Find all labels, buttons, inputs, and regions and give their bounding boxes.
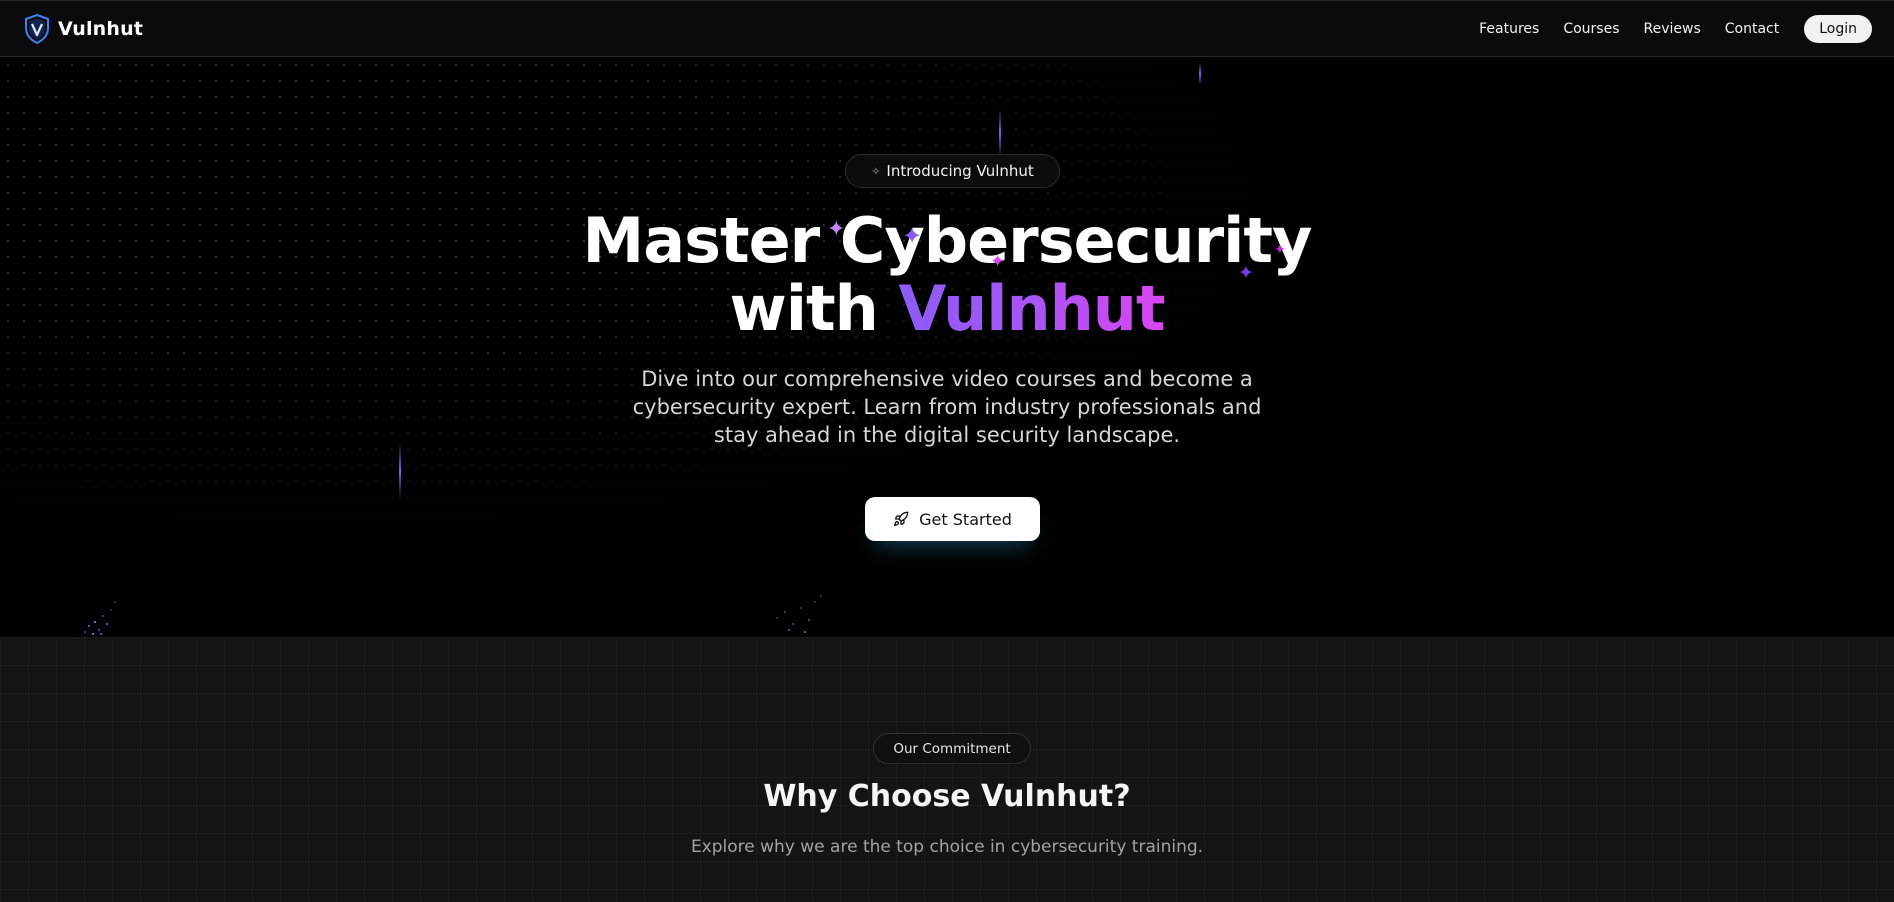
particle: [98, 629, 100, 631]
particle-cluster-left: [78, 595, 118, 637]
nav-links: Features Courses Reviews Contact Login: [1479, 14, 1872, 43]
particle: [788, 629, 790, 631]
particle: [100, 633, 102, 635]
particle: [800, 607, 802, 609]
nav-link-contact[interactable]: Contact: [1725, 21, 1779, 37]
dot-grid-background: [0, 57, 1894, 637]
hero-subtitle: Dive into our comprehensive video course…: [632, 367, 1262, 447]
particle: [808, 619, 810, 621]
particle: [804, 631, 806, 633]
sparkle-icon: ✦: [827, 217, 846, 242]
hero-section: ✧ Introducing Vulnhut Master Cybersecuri…: [0, 57, 1894, 637]
particle: [114, 601, 116, 603]
commitment-section: Our Commitment Why Choose Vulnhut? Explo…: [0, 637, 1894, 902]
hero-title: Master Cybersecurity with Vulnhut: [0, 207, 1894, 343]
sparkles-icon: ✧: [871, 164, 881, 178]
commitment-title: Why Choose Vulnhut?: [763, 779, 1131, 814]
particle: [92, 633, 94, 635]
grid-background: [0, 637, 1894, 902]
nav-link-courses[interactable]: Courses: [1563, 21, 1619, 37]
particle: [84, 631, 86, 633]
sparkle-icon: ✦: [1274, 242, 1286, 258]
intro-pill-label: Introducing Vulnhut: [886, 162, 1034, 180]
particle: [88, 625, 90, 627]
light-beam: [1199, 63, 1201, 85]
particle: [792, 623, 794, 625]
particle: [102, 615, 104, 617]
particle-cluster-center: [768, 593, 828, 637]
particle: [820, 595, 822, 597]
intro-pill: ✧ Introducing Vulnhut: [845, 154, 1060, 188]
hero-title-accent: Vulnhut: [898, 272, 1165, 345]
nav-link-features[interactable]: Features: [1479, 21, 1539, 37]
brand[interactable]: Vulnhut: [24, 13, 144, 44]
commitment-subtitle: Explore why we are the top choice in cyb…: [690, 837, 1204, 857]
sparkle-icon: ✦: [990, 251, 1006, 272]
hero-title-line1: Master Cybersecurity: [582, 204, 1313, 277]
light-beam: [399, 443, 401, 499]
sparkle-icon: ✦: [902, 222, 923, 250]
sparkle-icon: ✦: [1238, 262, 1254, 284]
rocket-icon: [893, 511, 909, 527]
login-button[interactable]: Login: [1804, 14, 1872, 43]
commitment-pill: Our Commitment: [873, 733, 1031, 764]
brand-name: Vulnhut: [58, 17, 144, 40]
particle: [106, 623, 108, 625]
particle: [776, 617, 778, 619]
light-beam: [999, 109, 1001, 157]
particle: [814, 601, 816, 603]
particle: [110, 609, 112, 611]
particle: [784, 611, 786, 613]
particle: [94, 621, 96, 623]
hero-title-prefix: with: [729, 272, 878, 345]
navbar: Vulnhut Features Courses Reviews Contact…: [0, 0, 1894, 57]
get-started-button[interactable]: Get Started: [865, 497, 1040, 541]
get-started-label: Get Started: [919, 509, 1012, 529]
shield-logo-icon: [24, 13, 50, 44]
nav-link-reviews[interactable]: Reviews: [1644, 21, 1701, 37]
